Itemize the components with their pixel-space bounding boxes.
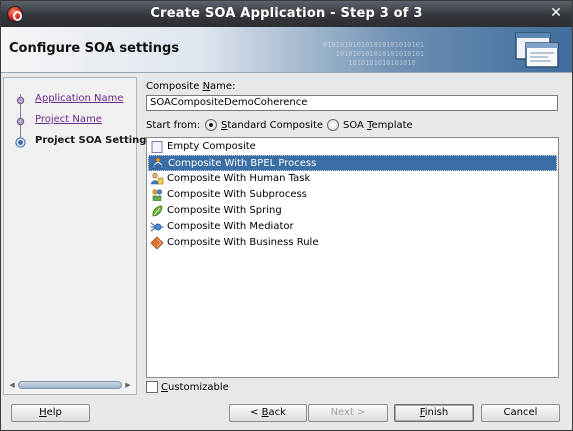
bpel-process-icon — [151, 157, 165, 170]
list-item-human-task[interactable]: Composite With Human Task — [148, 171, 557, 187]
label-text: ustomizable — [167, 382, 229, 393]
visited-step-icon — [16, 117, 25, 126]
create-soa-application-dialog: Create SOA Application - Step 3 of 3 ✕ C… — [0, 0, 573, 431]
windows-graphic-icon — [515, 32, 559, 68]
list-item-label: Composite With Subprocess — [167, 189, 307, 200]
button-text: ack — [268, 407, 286, 418]
label-text: tandard Composite — [227, 120, 324, 131]
help-button[interactable]: Help — [11, 404, 90, 422]
label-text: ame: — [210, 81, 236, 92]
standard-composite-label[interactable]: Standard Composite — [221, 120, 323, 131]
wizard-steps-nav: Application Name Project Name Project SO… — [3, 77, 152, 395]
nav-step-application-name[interactable]: Application Name — [4, 90, 136, 110]
next-button[interactable]: Next > — [308, 404, 388, 422]
label-text: SOA — [343, 120, 368, 131]
wizard-header: Configure SOA settings 01010101010101010… — [1, 27, 572, 73]
composite-name-input[interactable]: SOACompositeDemoCoherence — [146, 95, 558, 111]
subprocess-icon — [152, 189, 163, 201]
scroll-right-icon[interactable]: ▶ — [124, 380, 132, 390]
list-item-spring[interactable]: Composite With Spring — [148, 203, 557, 219]
finish-button[interactable]: Finish — [394, 404, 474, 422]
start-from-label: Start from: — [146, 120, 201, 131]
nav-step-label[interactable]: Project Name — [35, 114, 102, 125]
label-mnemonic: N — [202, 81, 211, 92]
soa-template-radio[interactable] — [327, 119, 339, 131]
label-text: Composite — [146, 81, 203, 92]
wizard-step-title: Configure SOA settings — [9, 41, 180, 56]
nav-step-label[interactable]: Application Name — [35, 93, 124, 104]
list-item-subprocess[interactable]: Composite With Subprocess — [148, 187, 557, 203]
composite-template-list[interactable]: Empty Composite Composite With BPEL Proc… — [146, 137, 559, 378]
list-item-label: Composite With Human Task — [167, 173, 311, 184]
mediator-icon — [150, 222, 164, 232]
header-binary-decoration: 010101010101010101010101 101010101010101… — [323, 41, 425, 67]
button-text: < — [250, 407, 262, 418]
back-button[interactable]: < Back — [229, 404, 307, 422]
button-text: elp — [46, 407, 62, 418]
customizable-checkbox[interactable] — [146, 381, 158, 393]
customizable-label[interactable]: Customizable — [161, 382, 229, 393]
title-bar[interactable]: Create SOA Application - Step 3 of 3 ✕ — [1, 1, 572, 27]
list-item-label: Empty Composite — [167, 141, 256, 152]
list-item-bpel-process[interactable]: Composite With BPEL Process — [148, 155, 557, 171]
cancel-button[interactable]: Cancel — [481, 404, 560, 422]
list-item-mediator[interactable]: Composite With Mediator — [148, 219, 557, 235]
button-mnemonic: H — [39, 407, 47, 418]
spring-icon — [152, 205, 163, 217]
label-text: emplate — [371, 120, 413, 131]
nav-step-project-name[interactable]: Project Name — [4, 111, 136, 131]
standard-composite-radio[interactable] — [205, 119, 217, 131]
soa-template-label[interactable]: SOA Template — [343, 120, 413, 131]
empty-composite-icon — [151, 141, 163, 153]
human-task-icon — [150, 172, 164, 185]
visited-step-icon — [16, 96, 25, 105]
nav-step-project-soa-settings[interactable]: Project SOA Settings — [4, 132, 152, 152]
close-button[interactable]: ✕ — [548, 5, 564, 21]
business-rule-icon — [150, 236, 164, 250]
list-item-business-rule[interactable]: Composite With Business Rule — [148, 235, 557, 251]
label-mnemonic: C — [161, 382, 168, 393]
current-step-icon — [15, 137, 26, 148]
list-item-label: Composite With BPEL Process — [168, 158, 317, 169]
composite-name-label: Composite Name: — [146, 81, 235, 92]
scrollbar-thumb[interactable] — [18, 381, 122, 389]
list-item-label: Composite With Business Rule — [167, 237, 319, 248]
nav-step-label: Project SOA Settings — [35, 135, 153, 146]
list-item-label: Composite With Spring — [167, 205, 282, 216]
button-mnemonic: B — [261, 407, 269, 418]
list-item-empty-composite[interactable]: Empty Composite — [148, 139, 557, 155]
window-title: Create SOA Application - Step 3 of 3 — [150, 6, 423, 21]
list-item-label: Composite With Mediator — [167, 221, 294, 232]
button-text: inish — [424, 407, 449, 418]
scroll-left-icon[interactable]: ◀ — [8, 380, 16, 390]
nav-horizontal-scrollbar[interactable]: ◀ ▶ — [8, 380, 132, 390]
